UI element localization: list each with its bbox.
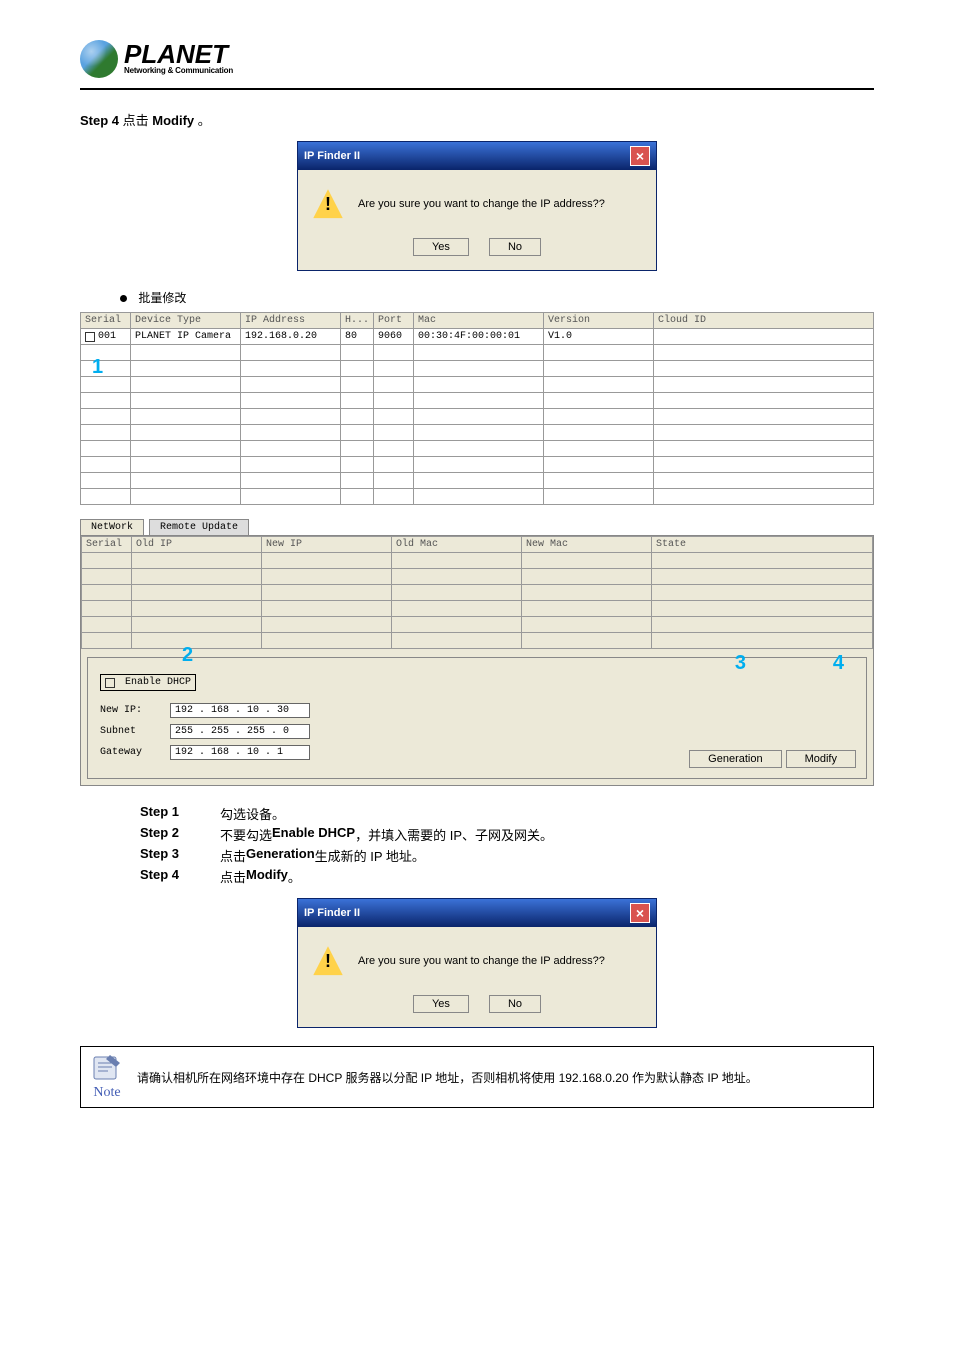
col-ip[interactable]: IP Address	[241, 313, 341, 329]
col-port[interactable]: Port	[374, 313, 414, 329]
header-rule	[80, 88, 874, 90]
bullet-line: 批量修改	[120, 289, 874, 306]
no-button[interactable]: No	[489, 238, 541, 256]
bullet-icon	[120, 295, 127, 302]
gateway-label: Gateway	[100, 747, 160, 758]
dialog-title: IP Finder II	[304, 907, 360, 919]
col-serial[interactable]: Serial	[81, 313, 131, 329]
note-icon	[90, 1053, 124, 1083]
device-table-wrap: Serial Device Type IP Address H... Port …	[80, 312, 874, 505]
steps-block: Step 1勾选设备。 Step 2不要勾选 Enable DHCP，并填入需要…	[140, 804, 874, 886]
note-text: 请确认相机所在网络环境中存在 DHCP 服务器以分配 IP 地址，否则相机将使用…	[137, 1069, 758, 1086]
tab-remote-update[interactable]: Remote Update	[149, 519, 249, 535]
tab-panel: Serial Old IP New IP Old Mac New Mac Sta…	[80, 535, 874, 786]
settings-box: 2 3 4 Enable DHCP New IP: 192 . 168 . 10…	[87, 657, 867, 779]
table-row: 001 PLANET IP Camera 192.168.0.20 80 906…	[81, 329, 874, 345]
col-device-type[interactable]: Device Type	[131, 313, 241, 329]
step4-pre-label: Step 4 点击 Modify 。	[80, 110, 874, 129]
dialog-titlebar: IP Finder II ×	[298, 142, 656, 170]
callout-3: 3	[735, 652, 746, 675]
subnet-label: Subnet	[100, 726, 160, 737]
tab-network[interactable]: NetWork	[80, 519, 144, 535]
generation-button[interactable]: Generation	[689, 750, 781, 768]
enable-dhcp-checkbox[interactable]	[105, 678, 115, 688]
close-icon[interactable]: ×	[630, 146, 650, 166]
col-mac[interactable]: Mac	[414, 313, 544, 329]
callout-2: 2	[182, 644, 193, 667]
col-h[interactable]: H...	[341, 313, 374, 329]
callout-1: 1	[92, 356, 103, 379]
logo-brand: PLANET	[124, 43, 233, 66]
dialog-message: Are you sure you want to change the IP a…	[358, 198, 605, 210]
gateway-input[interactable]: 192 . 168 . 10 . 1	[170, 745, 310, 760]
confirm-dialog-2: IP Finder II × ! Are you sure you want t…	[297, 898, 657, 1028]
change-table: Serial Old IP New IP Old Mac New Mac Sta…	[81, 536, 873, 649]
col-version[interactable]: Version	[544, 313, 654, 329]
warning-icon: !	[312, 945, 344, 977]
note-box: Note 请确认相机所在网络环境中存在 DHCP 服务器以分配 IP 地址，否则…	[80, 1046, 874, 1108]
note-label: Note	[93, 1085, 120, 1101]
warning-icon: !	[312, 188, 344, 220]
dialog-titlebar: IP Finder II ×	[298, 899, 656, 927]
confirm-dialog-1: IP Finder II × ! Are you sure you want t…	[297, 141, 657, 271]
callout-4: 4	[833, 652, 844, 675]
yes-button[interactable]: Yes	[413, 995, 469, 1013]
row-checkbox[interactable]	[85, 332, 95, 342]
new-ip-input[interactable]: 192 . 168 . 10 . 30	[170, 703, 310, 718]
tab-row: NetWork Remote Update	[80, 519, 874, 535]
no-button[interactable]: No	[489, 995, 541, 1013]
dialog-message: Are you sure you want to change the IP a…	[358, 955, 605, 967]
logo-mark	[80, 40, 118, 78]
subnet-input[interactable]: 255 . 255 . 255 . 0	[170, 724, 310, 739]
enable-dhcp-label: Enable DHCP	[125, 677, 191, 688]
logo: PLANET Networking & Communication	[80, 40, 874, 78]
dialog-title: IP Finder II	[304, 150, 360, 162]
device-table: Serial Device Type IP Address H... Port …	[80, 312, 874, 505]
yes-button[interactable]: Yes	[413, 238, 469, 256]
new-ip-label: New IP:	[100, 705, 160, 716]
logo-tagline: Networking & Communication	[124, 66, 233, 75]
modify-button[interactable]: Modify	[786, 750, 856, 768]
col-cloud[interactable]: Cloud ID	[654, 313, 874, 329]
close-icon[interactable]: ×	[630, 903, 650, 923]
